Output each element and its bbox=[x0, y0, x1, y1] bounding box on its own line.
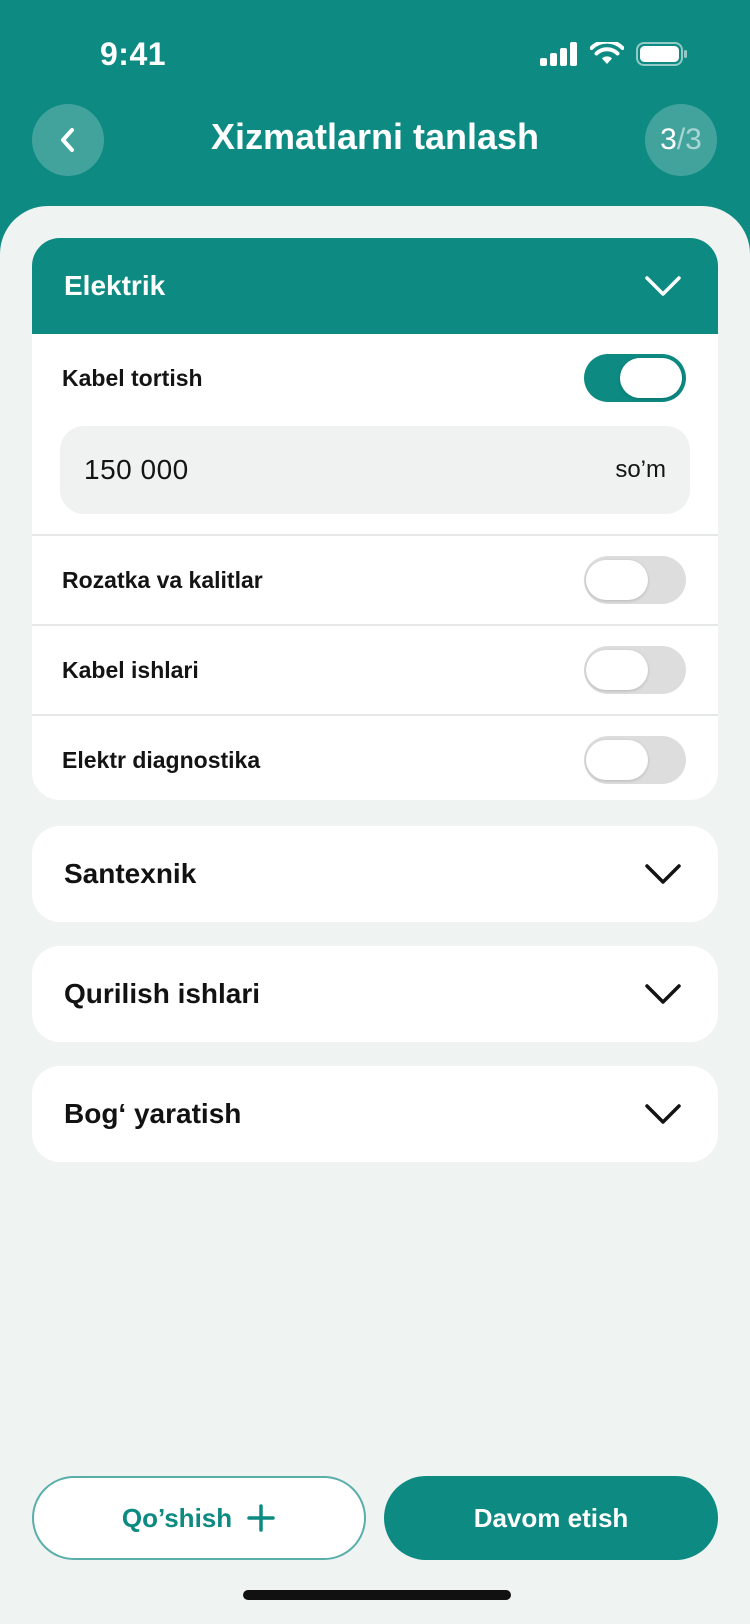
bottom-actions: Qo’shish Davom etish bbox=[32, 1476, 718, 1560]
continue-button-label: Davom etish bbox=[473, 1502, 629, 1533]
price-input[interactable]: 150 000 so’m bbox=[60, 426, 690, 514]
service-row-elektr-diagnostika: Elektr diagnostika bbox=[32, 716, 718, 800]
chevron-down-icon bbox=[645, 864, 681, 884]
header: Xizmatlarni tanlash 3/3 bbox=[0, 100, 750, 210]
service-toggle[interactable] bbox=[584, 736, 686, 784]
content-sheet: Elektrik Kabel tortish 150 000 so’m Roza… bbox=[0, 206, 750, 1624]
battery-icon bbox=[636, 42, 687, 66]
chevron-down-icon bbox=[645, 1104, 681, 1124]
continue-button[interactable]: Davom etish bbox=[384, 1476, 718, 1560]
service-label: Kabel ishlari bbox=[62, 656, 199, 683]
section-header-santexnik[interactable]: Santexnik bbox=[32, 826, 718, 922]
home-indicator bbox=[243, 1590, 511, 1600]
section-header-bog-yaratish[interactable]: Bog‘ yaratish bbox=[32, 1066, 718, 1162]
section-title: Santexnik bbox=[64, 858, 197, 889]
wifi-icon bbox=[590, 42, 624, 64]
chevron-down-icon bbox=[645, 984, 681, 1004]
service-label: Elektr diagnostika bbox=[62, 746, 261, 773]
plus-icon bbox=[247, 1504, 275, 1532]
section-title: Qurilish ishlari bbox=[64, 978, 261, 1009]
step-total: /3 bbox=[676, 123, 702, 156]
section-card-elektrik: Elektrik Kabel tortish 150 000 so’m Roza… bbox=[32, 238, 718, 800]
step-indicator: 3/3 bbox=[645, 104, 717, 176]
signal-icon bbox=[540, 42, 577, 66]
section-header-elektrik[interactable]: Elektrik bbox=[32, 238, 718, 334]
section-card-santexnik: Santexnik bbox=[32, 826, 718, 922]
service-toggle[interactable] bbox=[584, 646, 686, 694]
section-title: Elektrik bbox=[64, 270, 166, 301]
service-label: Rozatka va kalitlar bbox=[62, 566, 263, 593]
toggle-knob bbox=[586, 560, 648, 600]
section-title: Bog‘ yaratish bbox=[64, 1098, 242, 1129]
toggle-knob bbox=[620, 358, 682, 398]
toggle-knob bbox=[586, 650, 648, 690]
section-header-qurilish[interactable]: Qurilish ishlari bbox=[32, 946, 718, 1042]
status-bar: 9:41 bbox=[0, 0, 750, 100]
toggle-knob bbox=[586, 740, 648, 780]
service-row-kabel-ishlari: Kabel ishlari bbox=[32, 626, 718, 714]
chevron-down-icon bbox=[645, 276, 681, 296]
service-label: Kabel tortish bbox=[62, 364, 203, 391]
status-icons bbox=[540, 42, 688, 66]
page-title: Xizmatlarni tanlash bbox=[210, 116, 540, 157]
step-current: 3 bbox=[660, 123, 677, 156]
service-row-kabel-tortish: Kabel tortish bbox=[32, 334, 718, 422]
add-button[interactable]: Qo’shish bbox=[32, 1476, 366, 1560]
service-toggle[interactable] bbox=[584, 556, 686, 604]
status-time: 9:41 bbox=[100, 36, 167, 72]
service-row-rozatka: Rozatka va kalitlar bbox=[32, 536, 718, 624]
section-card-qurilish: Qurilish ishlari bbox=[32, 946, 718, 1042]
section-card-bog-yaratish: Bog‘ yaratish bbox=[32, 1066, 718, 1162]
price-currency: so’m bbox=[615, 456, 666, 483]
add-button-label: Qo’shish bbox=[121, 1502, 233, 1533]
service-toggle[interactable] bbox=[584, 354, 686, 402]
price-value: 150 000 bbox=[84, 454, 189, 485]
